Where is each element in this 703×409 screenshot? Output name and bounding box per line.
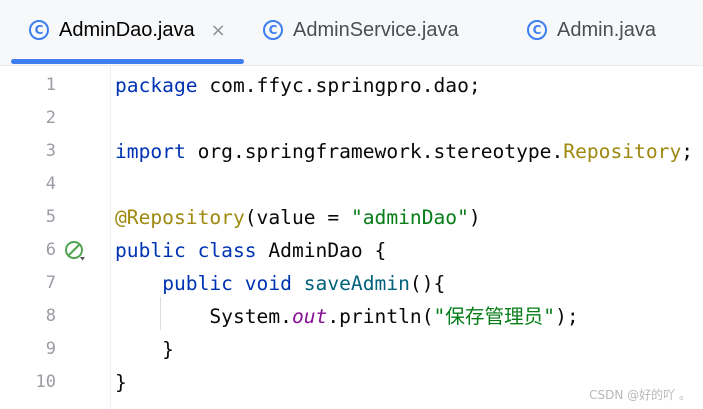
token-plain: .println( (327, 305, 434, 328)
code-line[interactable]: 7 public void saveAdmin(){ (0, 267, 703, 300)
line-number: 5 (45, 207, 56, 227)
code-line[interactable]: 3 import org.springframework.stereotype.R… (0, 135, 703, 168)
token-kw: import (115, 140, 186, 163)
code-text: public class AdminDao { (115, 234, 386, 267)
token-fld: out (291, 305, 328, 328)
token-plain: ) (468, 206, 481, 229)
token-ann: @Repository (115, 206, 245, 229)
tab-label: AdminService.java (293, 18, 459, 41)
token-plain: com.ffyc.springpro.dao; (197, 74, 481, 97)
token-ann: Repository (563, 140, 682, 163)
line-number: 2 (45, 108, 56, 128)
token-plain: org.springframework.stereotype. (185, 140, 564, 163)
code-text: public void saveAdmin(){ (115, 267, 445, 300)
token-kw: public (162, 272, 233, 295)
code-line[interactable]: 2 (0, 102, 703, 135)
code-line[interactable]: 6 public class AdminDao { (0, 234, 703, 267)
watermark: CSDN @好的吖 。 (589, 388, 691, 402)
tab-label: AdminDao.java (59, 18, 195, 41)
java-class-icon: C (263, 20, 283, 40)
code-line[interactable]: 4 (0, 168, 703, 201)
token-kw: class (197, 239, 257, 262)
line-number: 9 (45, 339, 56, 359)
code-editor[interactable]: 1 package com.ffyc.springpro.dao; 2 3 import… (0, 66, 703, 409)
token-plain: } (115, 338, 174, 361)
line-number: 4 (45, 174, 56, 194)
active-tab-indicator (11, 59, 244, 64)
code-text: System.out.println("保存管理员"); (115, 300, 579, 333)
line-number: 7 (45, 273, 56, 293)
code-line[interactable]: 9 } (0, 333, 703, 366)
token-plain: (){ (409, 272, 446, 295)
token-plain: (value = (244, 206, 351, 229)
code-line[interactable]: 1 package com.ffyc.springpro.dao; (0, 69, 703, 102)
java-class-icon: C (29, 20, 49, 40)
code-text: import org.springframework.stereotype.Re… (115, 135, 693, 168)
code-text: @Repository(value = "adminDao") (115, 201, 481, 234)
token-kw: public (115, 239, 186, 262)
token-str: "adminDao" (350, 206, 469, 229)
line-number: 10 (35, 372, 56, 392)
token-str: "保存管理员" (433, 305, 556, 328)
close-icon[interactable]: × (211, 20, 226, 41)
token-plain: AdminDao { (256, 239, 387, 262)
token-plain: ; (681, 140, 694, 163)
tab-label: Admin.java (557, 18, 656, 41)
line-number: 6 (45, 240, 56, 260)
tab-adminservice[interactable]: C AdminService.java (263, 0, 459, 66)
token-plain: System. (115, 305, 292, 328)
line-number: 1 (45, 75, 56, 95)
code-line[interactable]: 8 System.out.println("保存管理员"); (0, 300, 703, 333)
line-number: 3 (45, 141, 56, 161)
spring-bean-icon[interactable] (64, 240, 86, 262)
tab-admindao[interactable]: C AdminDao.java × (29, 0, 226, 66)
token-kw: void (244, 272, 292, 295)
token-fn: saveAdmin (303, 272, 410, 295)
token-kw: package (115, 74, 198, 97)
editor-tab-bar: C AdminDao.java × C AdminService.java C … (0, 0, 703, 66)
code-text: package com.ffyc.springpro.dao; (115, 69, 481, 102)
token-plain: } (115, 371, 127, 394)
line-number: 8 (45, 306, 56, 326)
code-line[interactable]: 5 @Repository(value = "adminDao") (0, 201, 703, 234)
code-text: } (115, 366, 127, 399)
java-class-icon: C (527, 20, 547, 40)
code-text: } (115, 333, 174, 366)
token-plain: ); (555, 305, 579, 328)
tab-admin[interactable]: C Admin.java (527, 0, 656, 66)
